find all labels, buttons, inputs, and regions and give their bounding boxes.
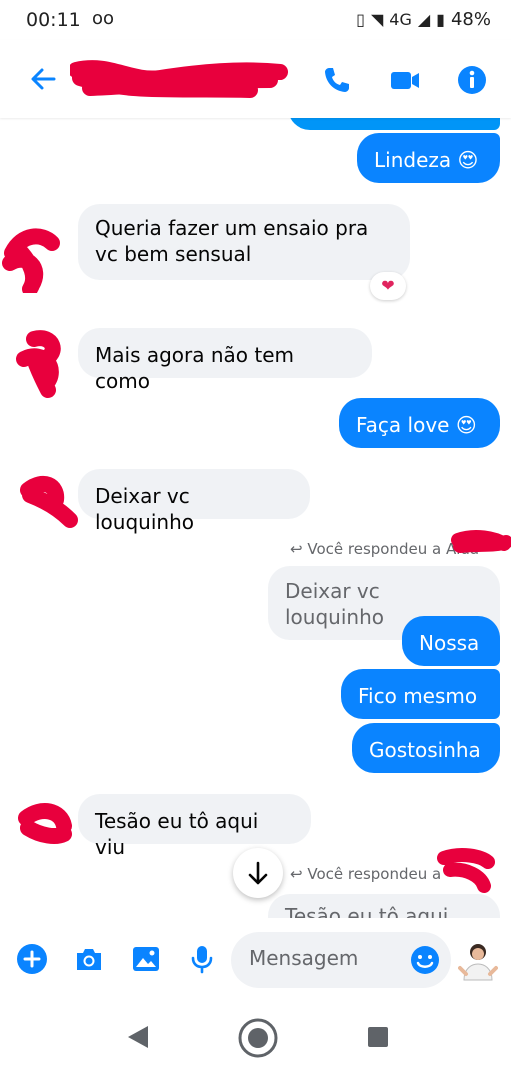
message-input[interactable]: [247, 945, 401, 971]
reply-arrow-icon: ↩: [290, 865, 303, 883]
video-camera-icon[interactable]: [389, 64, 421, 96]
phone-icon[interactable]: [321, 64, 353, 96]
message-bubble-partial[interactable]: [288, 118, 500, 130]
network-type: 4G: [389, 10, 412, 29]
vibrate-icon: ▯: [356, 10, 365, 29]
message-incoming[interactable]: Deixar vc louquinho: [78, 469, 310, 534]
user-avatar[interactable]: [458, 940, 498, 984]
message-incoming[interactable]: Queria fazer um ensaio pra vc bem sensua…: [78, 204, 410, 280]
quoted-message[interactable]: Tesão eu tô aqui viu: [268, 894, 500, 918]
back-triangle-icon[interactable]: [126, 1024, 150, 1050]
redaction-scribble: [437, 848, 495, 893]
message-outgoing[interactable]: Nossa: [402, 616, 500, 666]
camera-icon[interactable]: [73, 943, 105, 975]
smiley-icon[interactable]: [409, 944, 441, 976]
image-icon[interactable]: [130, 943, 162, 975]
system-nav-bar: [0, 1000, 511, 1070]
home-circle-icon[interactable]: [237, 1017, 279, 1059]
arrow-down-icon: [248, 861, 268, 885]
recents-square-icon[interactable]: [367, 1026, 389, 1048]
plus-icon[interactable]: [16, 943, 48, 975]
scroll-to-bottom-button[interactable]: [233, 848, 283, 898]
battery-level: 48%: [450, 9, 491, 30]
avatar-redacted: [20, 475, 78, 528]
info-icon[interactable]: [456, 64, 488, 96]
status-bar: 00:11 ᴏᴏ ▯ ◥ 4G ◢ ▮ 48%: [0, 0, 511, 40]
message-incoming[interactable]: Tesão eu tô aqui viu: [78, 794, 311, 859]
chat-header: [0, 40, 511, 118]
message-input-container[interactable]: [231, 932, 451, 988]
redaction-scribble: [451, 530, 511, 553]
message-incoming[interactable]: Mais agora não tem como: [78, 328, 372, 393]
reply-indicator: ↩ Você respondeu a: [290, 865, 441, 883]
reply-label: Você respondeu a: [307, 865, 442, 883]
avatar-redacted: [2, 228, 60, 293]
voicemail-icon: ᴏᴏ: [92, 8, 115, 29]
message-outgoing[interactable]: Lindeza 😍: [357, 133, 500, 183]
reply-arrow-icon: ↩: [290, 540, 303, 558]
message-outgoing[interactable]: Faça love 😍: [339, 398, 500, 448]
status-icons: ▯ ◥ 4G ◢ ▮ 48%: [356, 9, 491, 30]
message-outgoing[interactable]: Gostosinha: [352, 723, 500, 773]
arrow-left-icon[interactable]: [28, 64, 58, 94]
message-composer: [0, 918, 511, 998]
heart-reaction[interactable]: ❤: [370, 272, 406, 300]
message-list[interactable]: Lindeza 😍 Queria fazer um ensaio pra vc …: [0, 118, 511, 918]
signal-icon: ◢: [417, 10, 431, 29]
microphone-icon[interactable]: [186, 943, 218, 975]
status-time: 00:11: [26, 9, 81, 31]
avatar-redacted: [16, 330, 61, 398]
avatar-redacted: [18, 803, 72, 844]
contact-name-redacted[interactable]: [70, 58, 288, 102]
wifi-icon: ◥: [370, 10, 384, 29]
battery-icon: ▮: [436, 10, 445, 29]
redaction-scribble: [70, 60, 288, 98]
message-outgoing[interactable]: Fico mesmo: [341, 669, 500, 719]
